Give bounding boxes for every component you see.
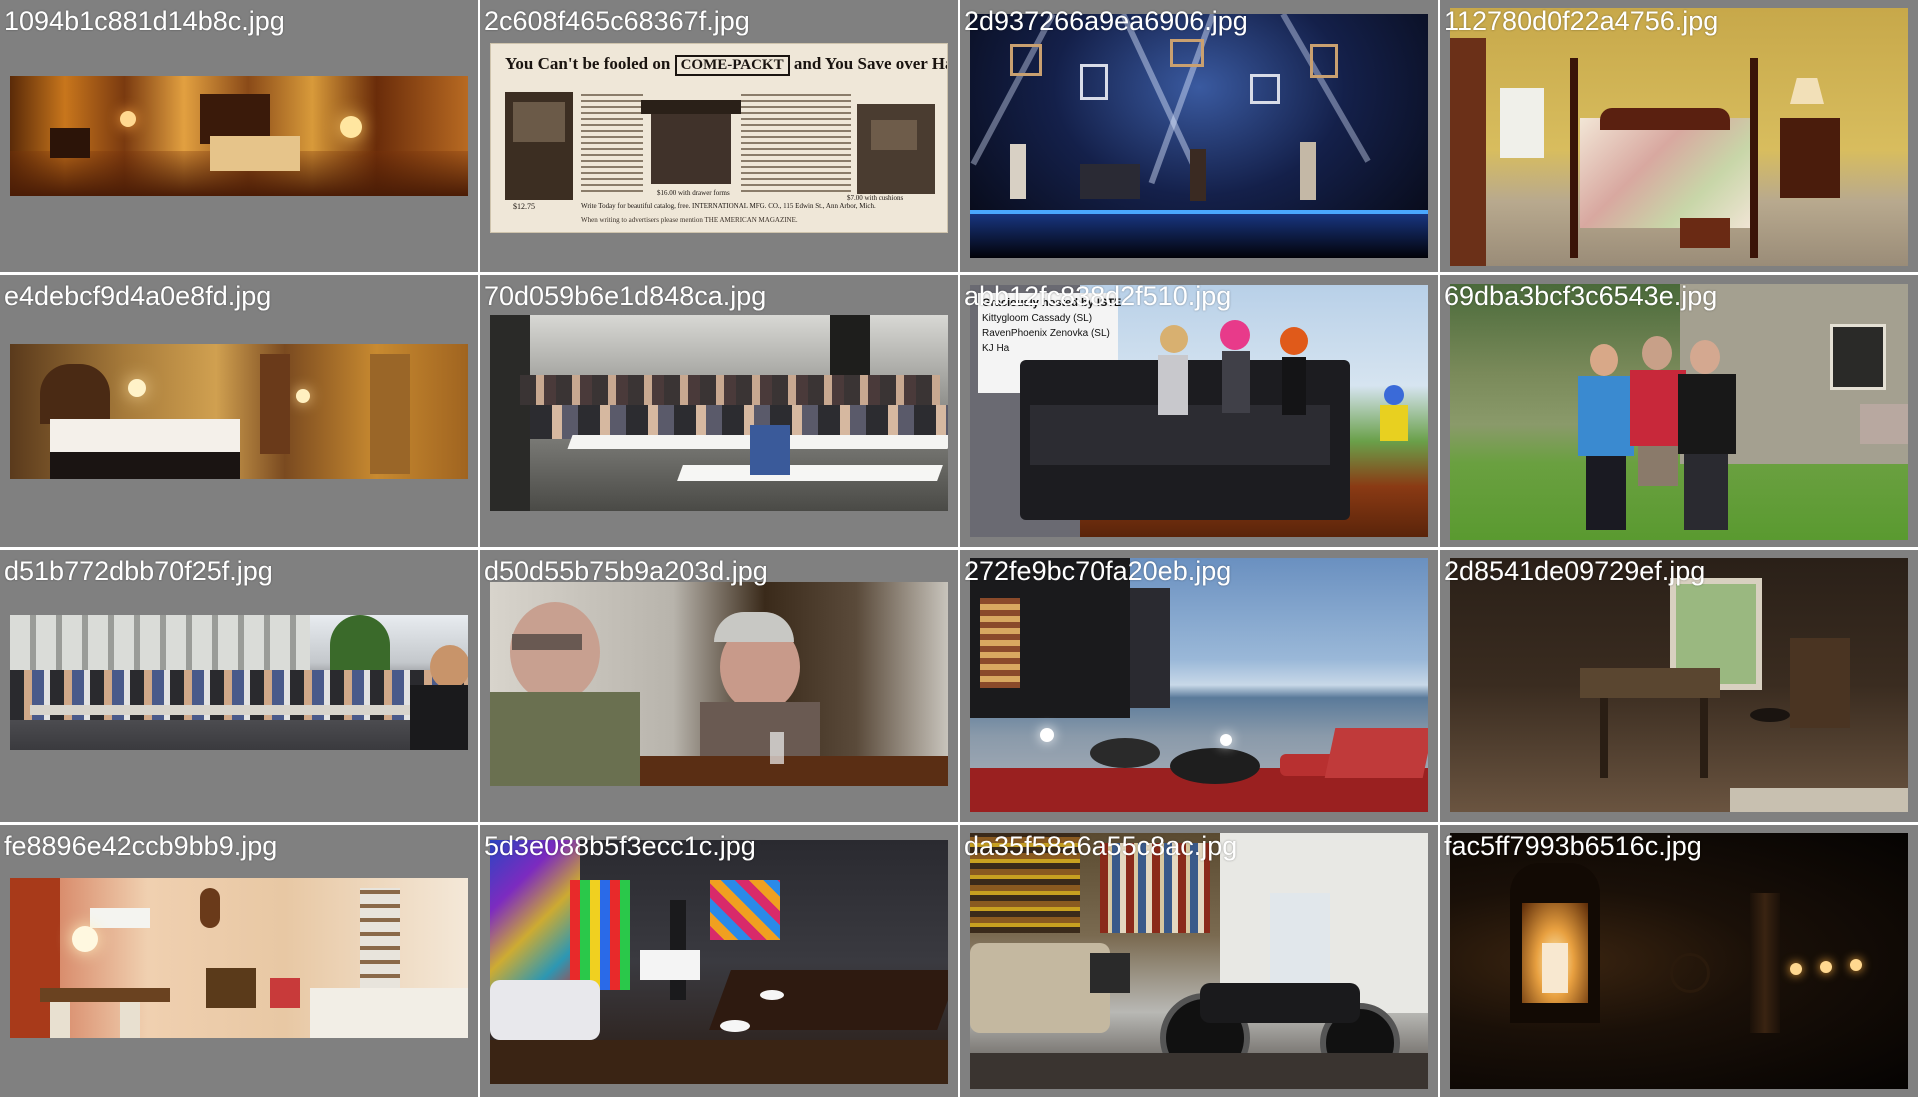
gallery-tile[interactable]: d51b772dbb70f25f.jpg [0,550,478,822]
gallery-tile[interactable]: fac5ff7993b6516c.jpg [1440,825,1918,1097]
tile-filename: 2c608f465c68367f.jpg [484,6,750,36]
tile-filename: da35f58a6a55c8ac.jpg [964,831,1238,861]
tile-filename: abb12fc838d2f510.jpg [964,281,1232,311]
tile-filename: e4debcf9d4a0e8fd.jpg [4,281,272,311]
tile-filename: 70d059b6e1d848ca.jpg [484,281,767,311]
thumbnail-image[interactable] [1450,833,1908,1089]
sign-line-3: RavenPhoenix Zenovka (SL) [982,328,1110,339]
image-grid: 1094b1c881d14b8c.jpg 2c608f465c68367f.jp… [0,0,1920,1100]
gallery-tile[interactable]: 1094b1c881d14b8c.jpg [0,0,478,272]
gallery-tile[interactable]: abb12fc838d2f510.jpg Graciously hosted b… [960,275,1438,547]
tile-filename: 69dba3bcf3c6543e.jpg [1444,281,1718,311]
tile-filename: 5d3e088b5f3ecc1c.jpg [484,831,756,861]
thumbnail-image[interactable]: Graciously hosted by ISTE Kittygloom Cas… [970,285,1428,537]
gallery-tile[interactable]: fe8896e42ccb9bb9.jpg [0,825,478,1097]
tile-filename: d50d55b75b9a203d.jpg [484,556,768,586]
thumbnail-image[interactable] [10,615,468,750]
sign-line-4: KJ Ha [982,343,1010,354]
gallery-tile[interactable]: 2d937266a9ea6906.jpg [960,0,1438,272]
ad-price-1: $12.75 [513,202,535,211]
tile-filename: 112780d0f22a4756.jpg [1444,6,1719,36]
tile-filename: fac5ff7993b6516c.jpg [1444,831,1702,861]
ad-headline-right: and You Save over Half [793,54,948,73]
ad-bottom-note: When writing to advertisers please menti… [581,216,798,224]
thumbnail-image[interactable] [970,14,1428,258]
thumbnail-image[interactable] [490,582,948,786]
thumbnail-image[interactable] [10,76,468,196]
ad-brand: COME-PACKT [674,55,790,76]
tile-filename: 1094b1c881d14b8c.jpg [4,6,285,36]
gallery-tile[interactable]: 69dba3bcf3c6543e.jpg [1440,275,1918,547]
table-illustration [651,104,731,184]
thumbnail-image[interactable]: You Can't be fooled on COME-PACKT and Yo… [490,43,948,233]
ad-price-3: $7.00 with cushions [847,194,904,202]
ad-footer: Write Today for beautiful catalog, free.… [581,202,876,210]
gallery-tile[interactable]: 2d8541de09729ef.jpg [1440,550,1918,822]
gallery-tile[interactable]: e4debcf9d4a0e8fd.jpg [0,275,478,547]
gallery-tile[interactable]: 5d3e088b5f3ecc1c.jpg [480,825,958,1097]
tile-filename: 272fe9bc70fa20eb.jpg [964,556,1232,586]
thumbnail-image[interactable] [1450,558,1908,812]
thumbnail-image[interactable] [490,315,948,511]
gallery-tile[interactable]: 112780d0f22a4756.jpg [1440,0,1918,272]
thumbnail-image[interactable] [1450,8,1908,266]
ad-price-2: $16.00 with drawer forms [657,189,730,197]
tile-filename: d51b772dbb70f25f.jpg [4,556,273,586]
thumbnail-image[interactable] [970,833,1428,1089]
thumbnail-image[interactable] [970,558,1428,812]
sign-line-2: Kittygloom Cassady (SL) [982,313,1093,324]
tile-filename: 2d937266a9ea6906.jpg [964,6,1248,36]
gallery-tile[interactable]: 2c608f465c68367f.jpg You Can't be fooled… [480,0,958,272]
thumbnail-image[interactable] [10,344,468,479]
gallery-tile[interactable]: 272fe9bc70fa20eb.jpg [960,550,1438,822]
thumbnail-image[interactable] [10,878,468,1038]
thumbnail-image[interactable] [1450,284,1908,540]
gallery-tile[interactable]: da35f58a6a55c8ac.jpg [960,825,1438,1097]
thumbnail-image[interactable] [490,840,948,1084]
gallery-tile[interactable]: 70d059b6e1d848ca.jpg [480,275,958,547]
tile-filename: fe8896e42ccb9bb9.jpg [4,831,278,861]
gallery-tile[interactable]: d50d55b75b9a203d.jpg [480,550,958,822]
tile-filename: 2d8541de09729ef.jpg [1444,556,1706,586]
ad-headline-left: You Can't be fooled on [505,54,671,73]
